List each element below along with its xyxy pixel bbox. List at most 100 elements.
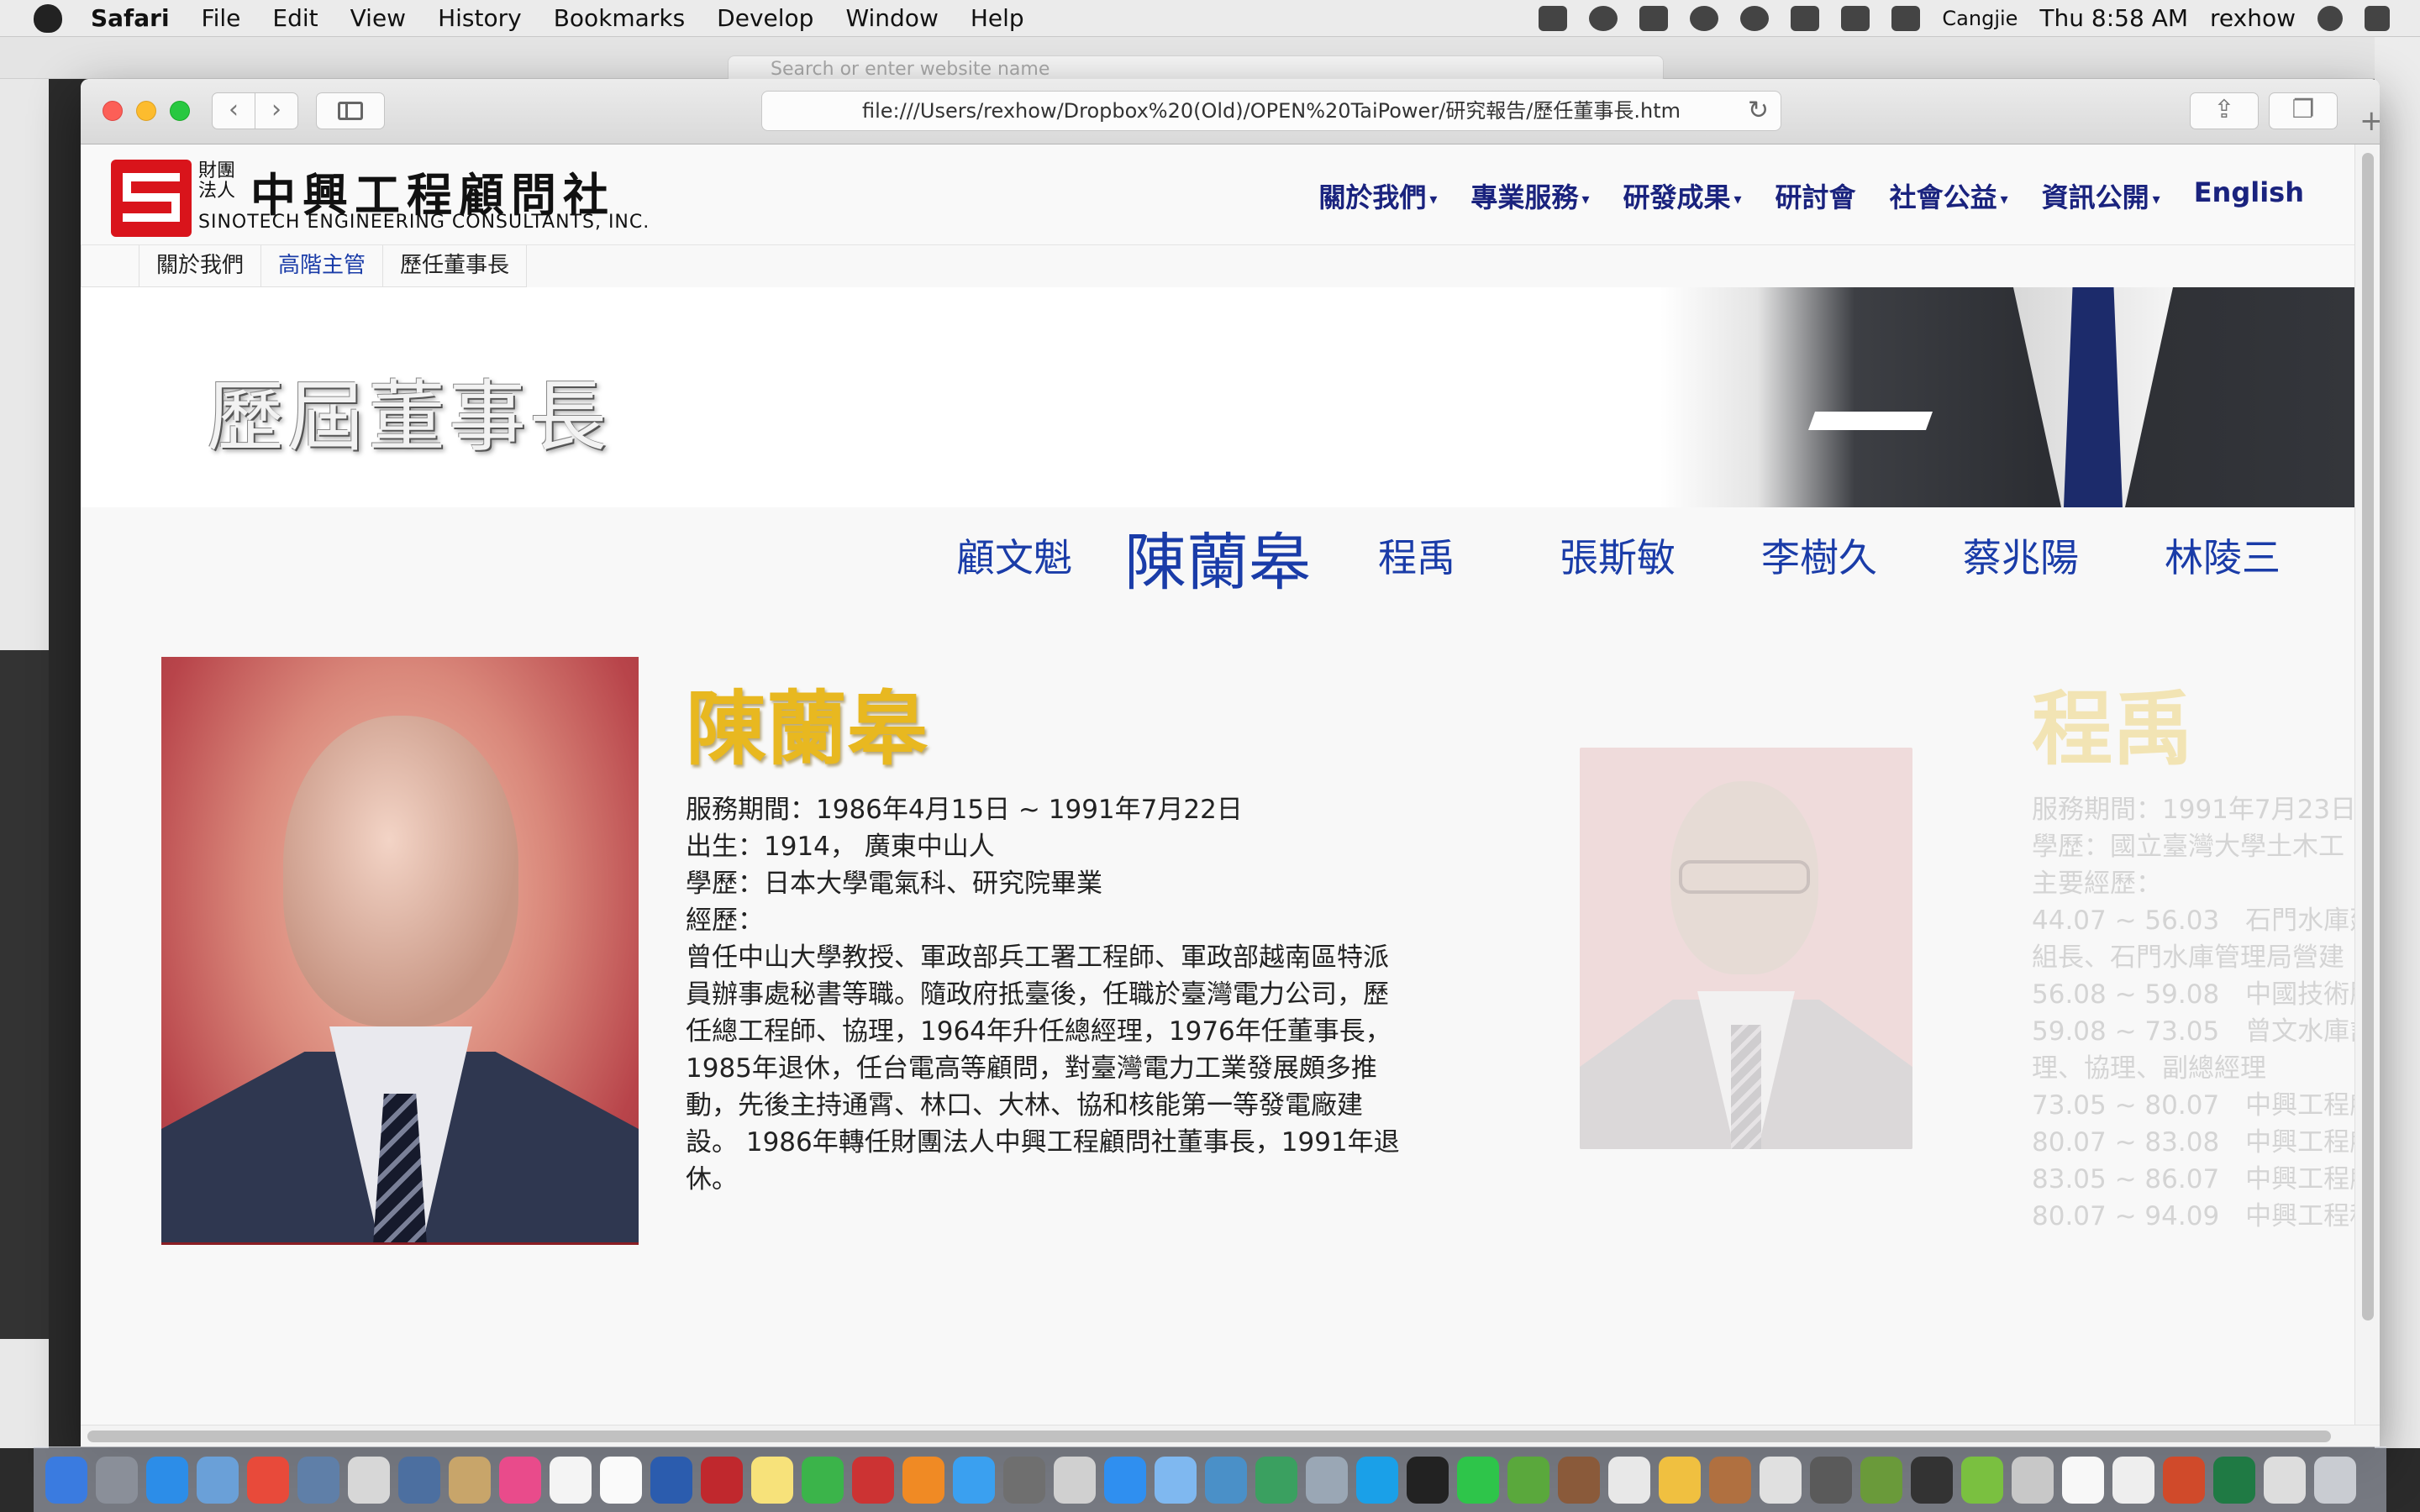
- system-preferences-icon[interactable]: [1003, 1456, 1045, 1504]
- reminders-icon[interactable]: [600, 1456, 642, 1504]
- nav-services[interactable]: 專業服務 ▾: [1470, 176, 1589, 215]
- volume-icon[interactable]: [1791, 5, 1820, 31]
- evernote-status-icon[interactable]: [1539, 5, 1568, 31]
- close-window-button[interactable]: [103, 101, 123, 121]
- nav-english[interactable]: English: [2194, 176, 2304, 215]
- mail-icon[interactable]: [348, 1456, 390, 1504]
- clock[interactable]: Thu 8:58 AM: [2039, 4, 2188, 32]
- show-tabs-button[interactable]: ❐: [2269, 92, 2338, 129]
- horizontal-scrollbar[interactable]: [81, 1425, 2380, 1446]
- sinotech-logo-icon[interactable]: [111, 160, 192, 237]
- acrobat-icon[interactable]: [701, 1456, 743, 1504]
- ibooks-icon[interactable]: [902, 1456, 944, 1504]
- breadcrumb-about-us[interactable]: 關於我們: [139, 245, 262, 287]
- share-button[interactable]: ⇪: [2190, 92, 2259, 129]
- input-method-label[interactable]: Cangjie: [1942, 7, 2018, 30]
- kindle-icon[interactable]: [1407, 1456, 1449, 1504]
- menu-file[interactable]: File: [202, 4, 241, 32]
- dropbox-status-icon[interactable]: [1639, 5, 1669, 31]
- next-chairman-portrait[interactable]: [1580, 748, 1912, 1149]
- menu-history[interactable]: History: [438, 4, 522, 32]
- terminal-icon[interactable]: [1911, 1456, 1953, 1504]
- line-icon[interactable]: [1457, 1456, 1499, 1504]
- vertical-scrollbar[interactable]: [2354, 144, 2380, 1425]
- nav-seminars[interactable]: 研討會: [1776, 176, 1856, 215]
- chairman-tab-current[interactable]: 陳蘭皋: [1124, 512, 1311, 602]
- menu-develop[interactable]: Develop: [717, 4, 813, 32]
- chairman-tab-3[interactable]: 程禹: [1378, 528, 1455, 583]
- menu-edit[interactable]: Edit: [272, 4, 318, 32]
- cyberduck-icon[interactable]: [1205, 1456, 1247, 1504]
- minecraft-icon[interactable]: [1860, 1456, 1902, 1504]
- address-bar[interactable]: file:///Users/rexhow/Dropbox%20(Old)/OPE…: [761, 91, 1781, 131]
- screenshot-icon[interactable]: [1810, 1456, 1852, 1504]
- keynote-icon[interactable]: [197, 1456, 239, 1504]
- skype-icon[interactable]: [1356, 1456, 1398, 1504]
- menu-help[interactable]: Help: [971, 4, 1024, 32]
- back-button[interactable]: ‹: [212, 92, 255, 129]
- chairman-tab-5[interactable]: 李樹久: [1761, 528, 1877, 583]
- nav-about-us[interactable]: 關於我們 ▾: [1318, 176, 1437, 215]
- chrome-icon[interactable]: [247, 1456, 289, 1504]
- apple-icon[interactable]: [34, 3, 62, 33]
- facetime-icon[interactable]: [802, 1456, 844, 1504]
- battery-icon[interactable]: [1891, 5, 1921, 31]
- pages-icon[interactable]: [1760, 1456, 1802, 1504]
- creative-cloud-status-icon[interactable]: [1690, 5, 1719, 31]
- spotlight-search-icon[interactable]: [2317, 5, 2343, 31]
- trash-icon[interactable]: [2314, 1456, 2356, 1504]
- sidebar-toggle-button[interactable]: [316, 92, 385, 129]
- powerpoint-icon[interactable]: [2163, 1456, 2205, 1504]
- app-store-icon[interactable]: [1104, 1456, 1146, 1504]
- line-status-icon[interactable]: [1589, 5, 1618, 31]
- xcode-icon[interactable]: [1155, 1456, 1197, 1504]
- minimize-window-button[interactable]: [136, 101, 156, 121]
- disk-utility-icon[interactable]: [2012, 1456, 2054, 1504]
- activity-monitor-icon[interactable]: [1608, 1456, 1650, 1504]
- chairman-tab-6[interactable]: 蔡兆陽: [1963, 528, 2079, 583]
- garageband-icon[interactable]: [1709, 1456, 1751, 1504]
- menu-view[interactable]: View: [350, 4, 406, 32]
- nav-public-welfare[interactable]: 社會公益 ▾: [1890, 176, 2008, 215]
- reload-icon[interactable]: ↻: [1748, 92, 1769, 130]
- leaf-app-icon[interactable]: [1961, 1456, 2003, 1504]
- photo-booth-icon[interactable]: [852, 1456, 894, 1504]
- document-icon[interactable]: [2112, 1456, 2154, 1504]
- chairman-tab-1[interactable]: 顧文魁: [956, 528, 1072, 583]
- notification-center-icon[interactable]: [2365, 5, 2390, 31]
- safari-icon[interactable]: [146, 1456, 188, 1504]
- menu-app-safari[interactable]: Safari: [91, 4, 170, 32]
- nav-research[interactable]: 研發成果 ▾: [1623, 176, 1741, 215]
- itunes-icon[interactable]: [499, 1456, 541, 1504]
- launchpad-icon[interactable]: [96, 1456, 138, 1504]
- wifi-icon[interactable]: [1841, 5, 1870, 31]
- logo-english-name[interactable]: SINOTECH ENGINEERING CONSULTANTS, INC.: [198, 212, 650, 233]
- menu-bookmarks[interactable]: Bookmarks: [554, 4, 685, 32]
- messages-icon[interactable]: [953, 1456, 995, 1504]
- photos-icon[interactable]: [1659, 1456, 1701, 1504]
- calendar-icon[interactable]: [550, 1456, 592, 1504]
- new-tab-button[interactable]: +: [2360, 104, 2380, 138]
- menu-window[interactable]: Window: [845, 4, 938, 32]
- library-icon[interactable]: [1558, 1456, 1600, 1504]
- forward-button[interactable]: ›: [255, 92, 298, 129]
- contacts-icon[interactable]: [449, 1456, 491, 1504]
- photos-browser-icon[interactable]: [398, 1456, 440, 1504]
- network-utility-icon[interactable]: [1306, 1456, 1348, 1504]
- notes-icon[interactable]: [751, 1456, 793, 1504]
- chairman-tab-7[interactable]: 林陵三: [2165, 528, 2281, 583]
- user-name[interactable]: rexhow: [2210, 4, 2296, 32]
- textedit-icon[interactable]: [1054, 1456, 1096, 1504]
- excel-icon[interactable]: [2213, 1456, 2255, 1504]
- ia-writer-icon[interactable]: [2062, 1456, 2104, 1504]
- breadcrumb-executives[interactable]: 高階主管: [261, 245, 384, 287]
- lync-icon[interactable]: [1255, 1456, 1297, 1504]
- zoom-window-button[interactable]: [170, 101, 190, 121]
- evernote-icon[interactable]: [1507, 1456, 1549, 1504]
- preview-icon[interactable]: [297, 1456, 339, 1504]
- chairman-tab-4[interactable]: 張斯敏: [1560, 528, 1676, 583]
- time-machine-status-icon[interactable]: [1740, 5, 1770, 31]
- finder-icon[interactable]: [45, 1456, 87, 1504]
- word-icon[interactable]: [650, 1456, 692, 1504]
- downloads-stack-icon[interactable]: [2264, 1456, 2306, 1504]
